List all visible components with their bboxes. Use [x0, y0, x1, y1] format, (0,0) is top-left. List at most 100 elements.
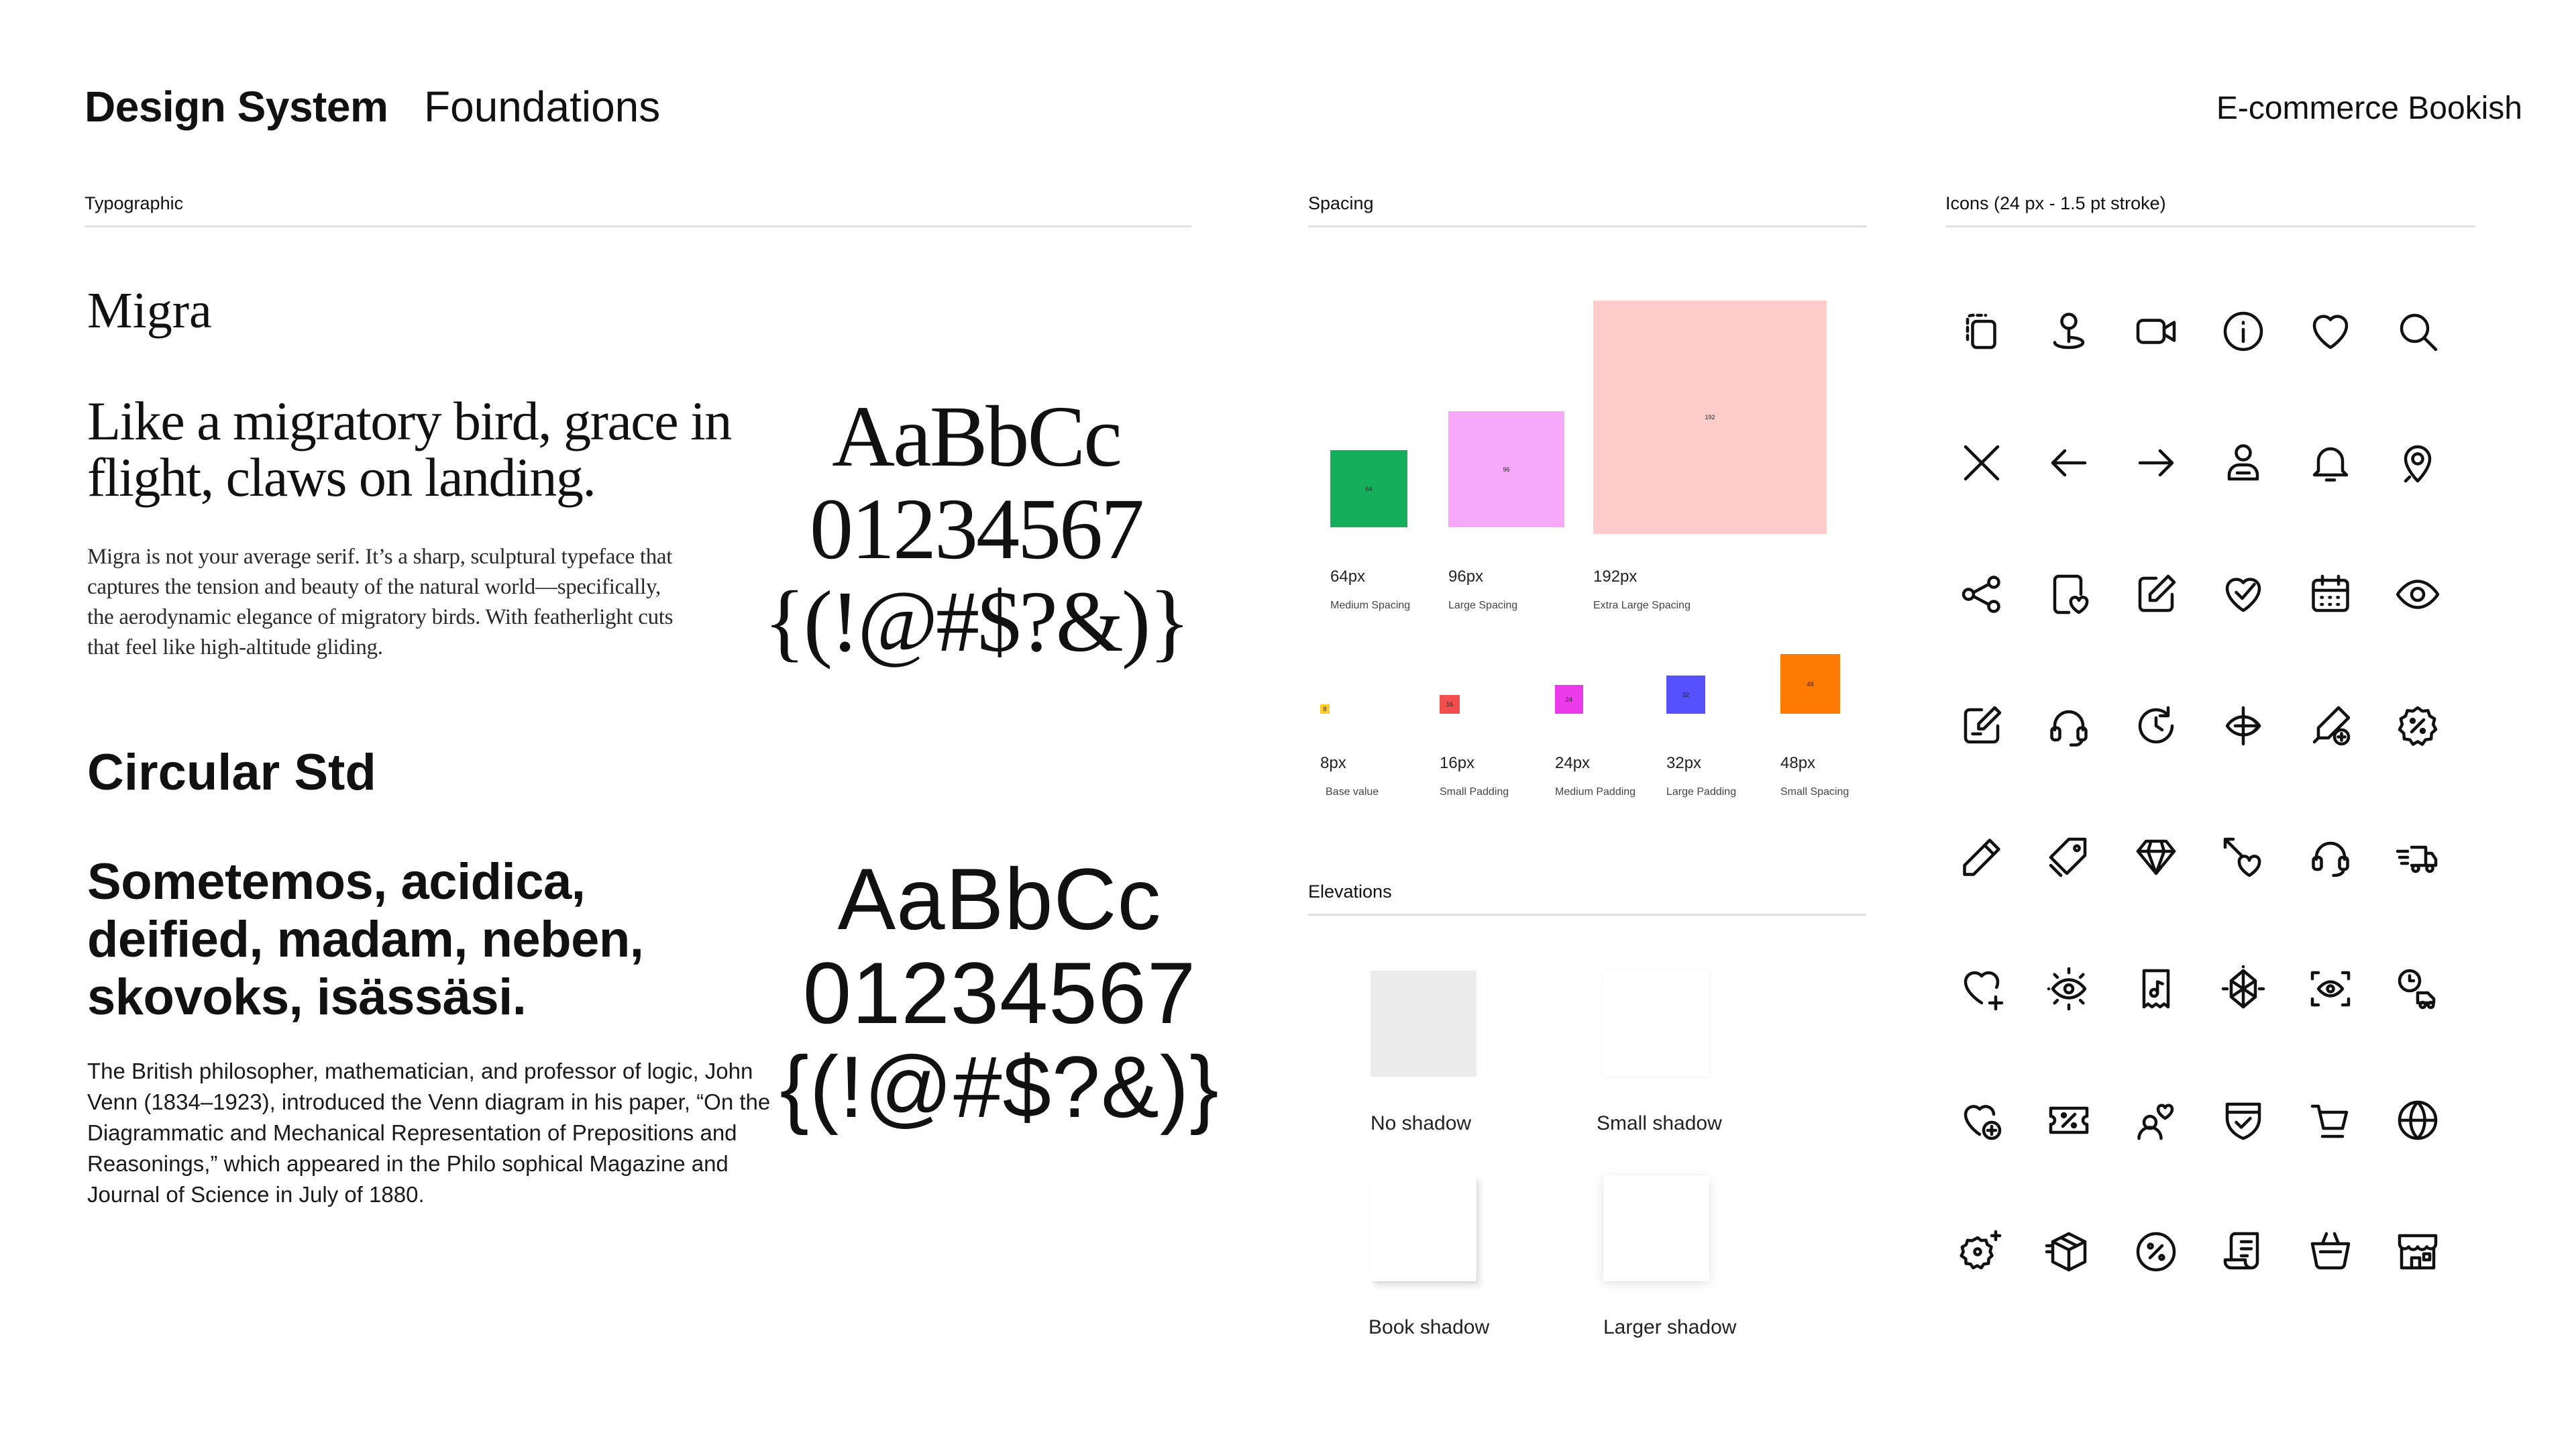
sans-headline: Sometemos, acidica, deified, madam, nebe…	[87, 853, 644, 1026]
elevation-book-shadow-card	[1371, 1175, 1477, 1281]
headset-icon	[2045, 702, 2093, 750]
elevation-book-shadow-label: Book shadow	[1368, 1316, 1490, 1338]
discount-badge-icon	[2394, 702, 2442, 750]
page-title: Design System	[85, 83, 388, 131]
spacing-label-192: 192px	[1593, 568, 1638, 586]
sparkle-badge-icon	[1957, 1228, 2006, 1276]
tag-icon	[2045, 833, 2093, 881]
divider	[1945, 225, 2475, 227]
bookmark-music-icon	[2132, 965, 2180, 1013]
sans-specimen-letters: AaBbCc	[837, 850, 1162, 948]
globe-icon	[2394, 1096, 2442, 1144]
location-pin-icon	[2045, 307, 2093, 356]
page-subtitle: Foundations	[424, 83, 661, 131]
elevation-no-shadow-card	[1371, 971, 1477, 1077]
spacing-desc-96: Large Spacing	[1448, 600, 1518, 611]
spacing-label-96: 96px	[1448, 568, 1484, 586]
spacing-desc-192: Extra Large Spacing	[1593, 600, 1690, 611]
spacing-desc-24: Medium Padding	[1555, 786, 1636, 798]
pen-add-icon	[2306, 702, 2355, 750]
heart-add-icon	[1957, 965, 2006, 1013]
box-3d-icon	[2045, 1228, 2093, 1276]
video-camera-icon	[2132, 307, 2180, 356]
compass-icon	[2219, 702, 2267, 750]
serif-specimen: AaBbCc 01234567 {(!@#$?&)}	[731, 390, 1221, 668]
store-icon	[2394, 1228, 2442, 1276]
sans-specimen-symbols: {(!@#$?&)}	[780, 1038, 1220, 1136]
diamond-icon	[2132, 833, 2180, 881]
arrow-left-icon	[2045, 439, 2093, 487]
spacing-desc-8: Base value	[1326, 786, 1379, 798]
spacing-desc-64: Medium Spacing	[1330, 600, 1411, 611]
note-edit-icon	[1957, 702, 2006, 750]
favorite-book-icon	[2045, 570, 2093, 619]
elevation-larger-shadow-label: Larger shadow	[1603, 1316, 1737, 1338]
crystal-icon	[2219, 965, 2267, 1013]
edit-icon	[2132, 570, 2180, 619]
percent-icon	[2132, 1228, 2180, 1276]
bell-icon	[2306, 439, 2355, 487]
project-name: E-commerce Bookish	[2216, 91, 2522, 126]
copy-icon	[1957, 307, 2006, 356]
spacing-desc-32: Large Padding	[1666, 786, 1737, 798]
coupon-icon	[2045, 1096, 2093, 1144]
view-icon	[2045, 965, 2093, 1013]
elevation-larger-shadow-card	[1603, 1175, 1709, 1281]
serif-specimen-symbols: {(!@#$?&)}	[763, 574, 1190, 670]
sans-font-name: Circular Std	[87, 744, 376, 801]
user-icon	[2219, 439, 2267, 487]
spacing-swatch-8: 8	[1320, 704, 1330, 714]
section-icons-label: Icons (24 px - 1.5 pt stroke)	[1945, 193, 2166, 213]
pencil-icon	[1957, 833, 2006, 881]
section-elevations-label: Elevations	[1308, 881, 1392, 902]
sans-specimen-numbers: 01234567	[802, 944, 1197, 1042]
spacing-swatch-64: 64	[1330, 450, 1407, 527]
heart-icon	[2306, 307, 2355, 356]
spacing-label-24: 24px	[1555, 754, 1591, 772]
spacing-swatch-96: 96	[1448, 411, 1564, 527]
spacing-desc-48: Small Spacing	[1780, 786, 1849, 798]
cart-icon	[2306, 1096, 2355, 1144]
scan-eye-icon	[2306, 965, 2355, 1013]
spacing-swatch-192: 192	[1593, 301, 1827, 534]
share-icon	[1957, 570, 2006, 619]
serif-specimen-numbers: 01234567	[810, 481, 1144, 578]
support-icon	[2306, 833, 2355, 881]
spacing-label-48: 48px	[1780, 754, 1816, 772]
elevation-small-shadow-card	[1603, 971, 1709, 1077]
calendar-icon	[2306, 570, 2355, 619]
heart-check-icon	[2219, 570, 2267, 619]
serif-headline: Like a migratory bird, grace in flight, …	[87, 390, 732, 508]
icon-grid	[1957, 307, 2440, 1300]
romance-icon	[2132, 1096, 2180, 1144]
divider	[85, 225, 1191, 227]
receipt-icon	[2219, 1228, 2267, 1276]
spacing-label-32: 32px	[1666, 754, 1702, 772]
search-icon	[2394, 307, 2442, 356]
spacing-label-64: 64px	[1330, 568, 1366, 586]
sans-specimen: AaBbCc 01234567 {(!@#$?&)}	[738, 852, 1261, 1134]
scheduled-delivery-icon	[2394, 965, 2442, 1013]
arrow-heart-icon	[2219, 833, 2267, 881]
serif-specimen-letters: AaBbCc	[832, 388, 1122, 485]
spacing-swatch-24: 24	[1555, 685, 1583, 714]
location-icon	[2394, 439, 2442, 487]
divider	[1308, 914, 1866, 916]
section-typographic-label: Typographic	[85, 193, 184, 213]
eye-icon	[2394, 570, 2442, 619]
close-icon	[1957, 439, 2006, 487]
info-icon	[2219, 307, 2267, 356]
refresh-time-icon	[2132, 702, 2180, 750]
arrow-right-icon	[2132, 439, 2180, 487]
spacing-label-8: 8px	[1320, 754, 1346, 772]
serif-font-name: Migra	[87, 282, 212, 339]
serif-body-text: Migra is not your average serif. It’s a …	[87, 545, 674, 659]
spacing-swatch-16: 16	[1440, 695, 1460, 714]
elevation-small-shadow-label: Small shadow	[1597, 1112, 1722, 1134]
section-spacing-label: Spacing	[1308, 193, 1374, 213]
heart-plus-icon	[1957, 1096, 2006, 1144]
spacing-label-16: 16px	[1440, 754, 1475, 772]
spacing-swatch-32: 32	[1666, 676, 1705, 714]
sans-body-text: The British philosopher, mathematician, …	[87, 1059, 771, 1207]
fast-delivery-icon	[2394, 833, 2442, 881]
